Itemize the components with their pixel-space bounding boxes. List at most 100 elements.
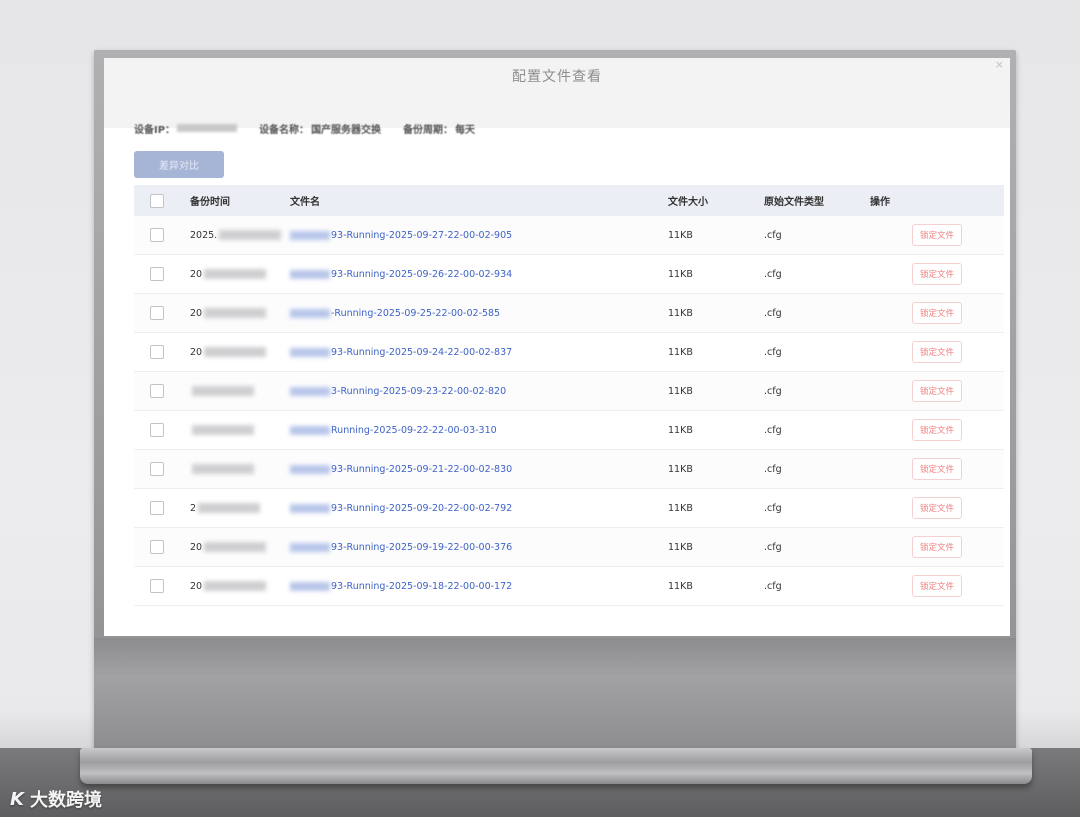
row-filename-text[interactable]: 93-Running-2025-09-24-22-00-02-837	[331, 347, 512, 358]
row-filename-text[interactable]: -Running-2025-09-25-22-00-02-585	[331, 308, 500, 319]
row-time: 2025.	[180, 230, 290, 241]
lock-file-button[interactable]: 锁定文件	[911, 458, 962, 480]
device-name-label: 设备名称：	[259, 124, 310, 136]
device-ip: 设备IP：	[134, 121, 238, 136]
row-filename-link[interactable]: 93-Running-2025-09-21-22-00-02-830	[290, 464, 664, 475]
dialog-title: 配置文件查看	[512, 69, 602, 85]
row-filename-link[interactable]: Running-2025-09-22-22-00-03-310	[290, 425, 664, 436]
header-op: 操作	[870, 197, 890, 208]
row-time	[180, 425, 290, 436]
table-header: 备份时间 文件名 文件大小 原始文件类型 操作	[134, 185, 1004, 216]
row-checkbox[interactable]	[150, 540, 164, 554]
row-checkbox[interactable]	[150, 579, 164, 593]
header-size: 文件大小	[668, 197, 708, 208]
table-body: 2025. 93-Running-2025-09-27-22-00-02-905 1…	[134, 216, 1004, 606]
row-filename-text[interactable]: 93-Running-2025-09-21-22-00-02-830	[331, 464, 512, 475]
header-type: 原始文件类型	[764, 197, 824, 208]
row-time: 20	[180, 269, 290, 280]
lock-file-button[interactable]: 锁定文件	[911, 263, 962, 285]
row-time	[180, 386, 290, 397]
row-filename-link[interactable]: 93-Running-2025-09-18-22-00-00-172	[290, 581, 664, 592]
row-filename-text[interactable]: Running-2025-09-22-22-00-03-310	[331, 425, 497, 436]
row-checkbox[interactable]	[150, 462, 164, 476]
row-filename-text[interactable]: 93-Running-2025-09-19-22-00-00-376	[331, 542, 512, 553]
row-checkbox[interactable]	[150, 501, 164, 515]
table-row: 20 93-Running-2025-09-19-22-00-00-376 11KB…	[134, 528, 1004, 567]
close-icon[interactable]: ×	[995, 58, 1004, 71]
row-time-redacted	[204, 581, 267, 591]
device-ip-label: 设备IP：	[134, 124, 176, 136]
row-checkbox[interactable]	[150, 384, 164, 398]
row-size: 11KB	[668, 385, 693, 397]
display-stand-lower-panel	[94, 638, 1016, 748]
table-row: 3-Running-2025-09-23-22-00-02-820 11KB .cf…	[134, 372, 1004, 411]
row-filename-text[interactable]: 93-Running-2025-09-18-22-00-00-172	[331, 581, 512, 592]
lock-file-button[interactable]: 锁定文件	[911, 419, 962, 441]
table-row: 20 93-Running-2025-09-24-22-00-02-837 11KB…	[134, 333, 1004, 372]
row-filename-link[interactable]: 3-Running-2025-09-23-22-00-02-820	[290, 386, 664, 397]
row-filename-link[interactable]: 93-Running-2025-09-19-22-00-00-376	[290, 542, 664, 553]
row-filename-link[interactable]: 93-Running-2025-09-24-22-00-02-837	[290, 347, 664, 358]
row-type: .cfg	[764, 541, 782, 553]
row-time-redacted	[204, 347, 267, 357]
row-filename-link[interactable]: -Running-2025-09-25-22-00-02-585	[290, 308, 664, 319]
table-row: Running-2025-09-22-22-00-03-310 11KB .cfg 锁…	[134, 411, 1004, 450]
row-time: 20	[180, 581, 290, 592]
row-filename-text[interactable]: 93-Running-2025-09-20-22-00-02-792	[331, 503, 512, 514]
select-all-checkbox[interactable]	[150, 193, 164, 208]
row-time-redacted	[198, 503, 261, 513]
lock-file-button[interactable]: 锁定文件	[911, 302, 962, 324]
row-filename-redacted	[290, 347, 330, 357]
device-name-value: 国产服务器交换	[311, 124, 382, 136]
table-row: 20 -Running-2025-09-25-22-00-02-585 11KB .c…	[134, 294, 1004, 333]
row-time	[180, 464, 290, 475]
row-checkbox[interactable]	[150, 345, 164, 359]
row-filename-link[interactable]: 93-Running-2025-09-27-22-00-02-905	[290, 230, 664, 241]
device-ip-value-redacted	[177, 124, 238, 132]
row-checkbox[interactable]	[150, 267, 164, 281]
lock-file-button[interactable]: 锁定文件	[911, 575, 962, 597]
row-time-redacted	[192, 386, 254, 396]
row-time: 20	[180, 308, 290, 319]
row-time-redacted	[192, 425, 254, 435]
screen: 配置文件查看 × 设备IP： 设备名称： 国产服务器交换 备份周期： 每天 差异…	[104, 58, 1010, 636]
lock-file-button[interactable]: 锁定文件	[911, 536, 962, 558]
row-filename-redacted	[290, 230, 330, 240]
row-size: 11KB	[668, 541, 693, 553]
row-size: 11KB	[668, 346, 693, 358]
lock-file-button[interactable]: 锁定文件	[911, 380, 962, 402]
table-row: 2 93-Running-2025-09-20-22-00-02-792 11KB.…	[134, 489, 1004, 528]
row-checkbox[interactable]	[150, 423, 164, 437]
lock-file-button[interactable]: 锁定文件	[911, 497, 962, 519]
row-checkbox[interactable]	[150, 306, 164, 320]
row-filename-text[interactable]: 93-Running-2025-09-27-22-00-02-905	[331, 230, 512, 241]
row-time: 20	[180, 347, 290, 358]
row-filename-link[interactable]: 93-Running-2025-09-20-22-00-02-792	[290, 503, 664, 514]
watermark-text: 大数跨境	[29, 790, 102, 811]
lock-file-button[interactable]: 锁定文件	[911, 341, 962, 363]
row-time-text: 20	[190, 580, 203, 592]
row-type: .cfg	[764, 502, 782, 514]
table-row: 20 93-Running-2025-09-26-22-00-02-934 11KB…	[134, 255, 1004, 294]
watermark: K 大数跨境	[10, 786, 102, 812]
row-checkbox[interactable]	[150, 228, 164, 242]
table-row: 2025. 93-Running-2025-09-27-22-00-02-905 1…	[134, 216, 1004, 255]
table-row: 20 93-Running-2025-09-18-22-00-00-172 11KB…	[134, 567, 1004, 606]
lock-file-button[interactable]: 锁定文件	[911, 224, 962, 246]
row-type: .cfg	[764, 307, 782, 319]
row-size: 11KB	[668, 502, 693, 514]
row-filename-text[interactable]: 3-Running-2025-09-23-22-00-02-820	[331, 386, 506, 397]
header-name: 文件名	[290, 197, 320, 208]
row-time-text: 20	[190, 307, 203, 319]
row-size: 11KB	[668, 307, 693, 319]
row-filename-link[interactable]: 93-Running-2025-09-26-22-00-02-934	[290, 269, 664, 280]
row-size: 11KB	[668, 229, 693, 241]
row-filename-redacted	[290, 308, 330, 318]
display-stand-base	[80, 748, 1032, 784]
row-time-text: 2	[190, 502, 197, 514]
backup-period-value: 每天	[455, 124, 476, 136]
row-type: .cfg	[764, 385, 782, 397]
row-filename-text[interactable]: 93-Running-2025-09-26-22-00-02-934	[331, 269, 512, 280]
row-filename-redacted	[290, 464, 330, 474]
diff-compare-button[interactable]: 差异对比	[134, 151, 224, 178]
